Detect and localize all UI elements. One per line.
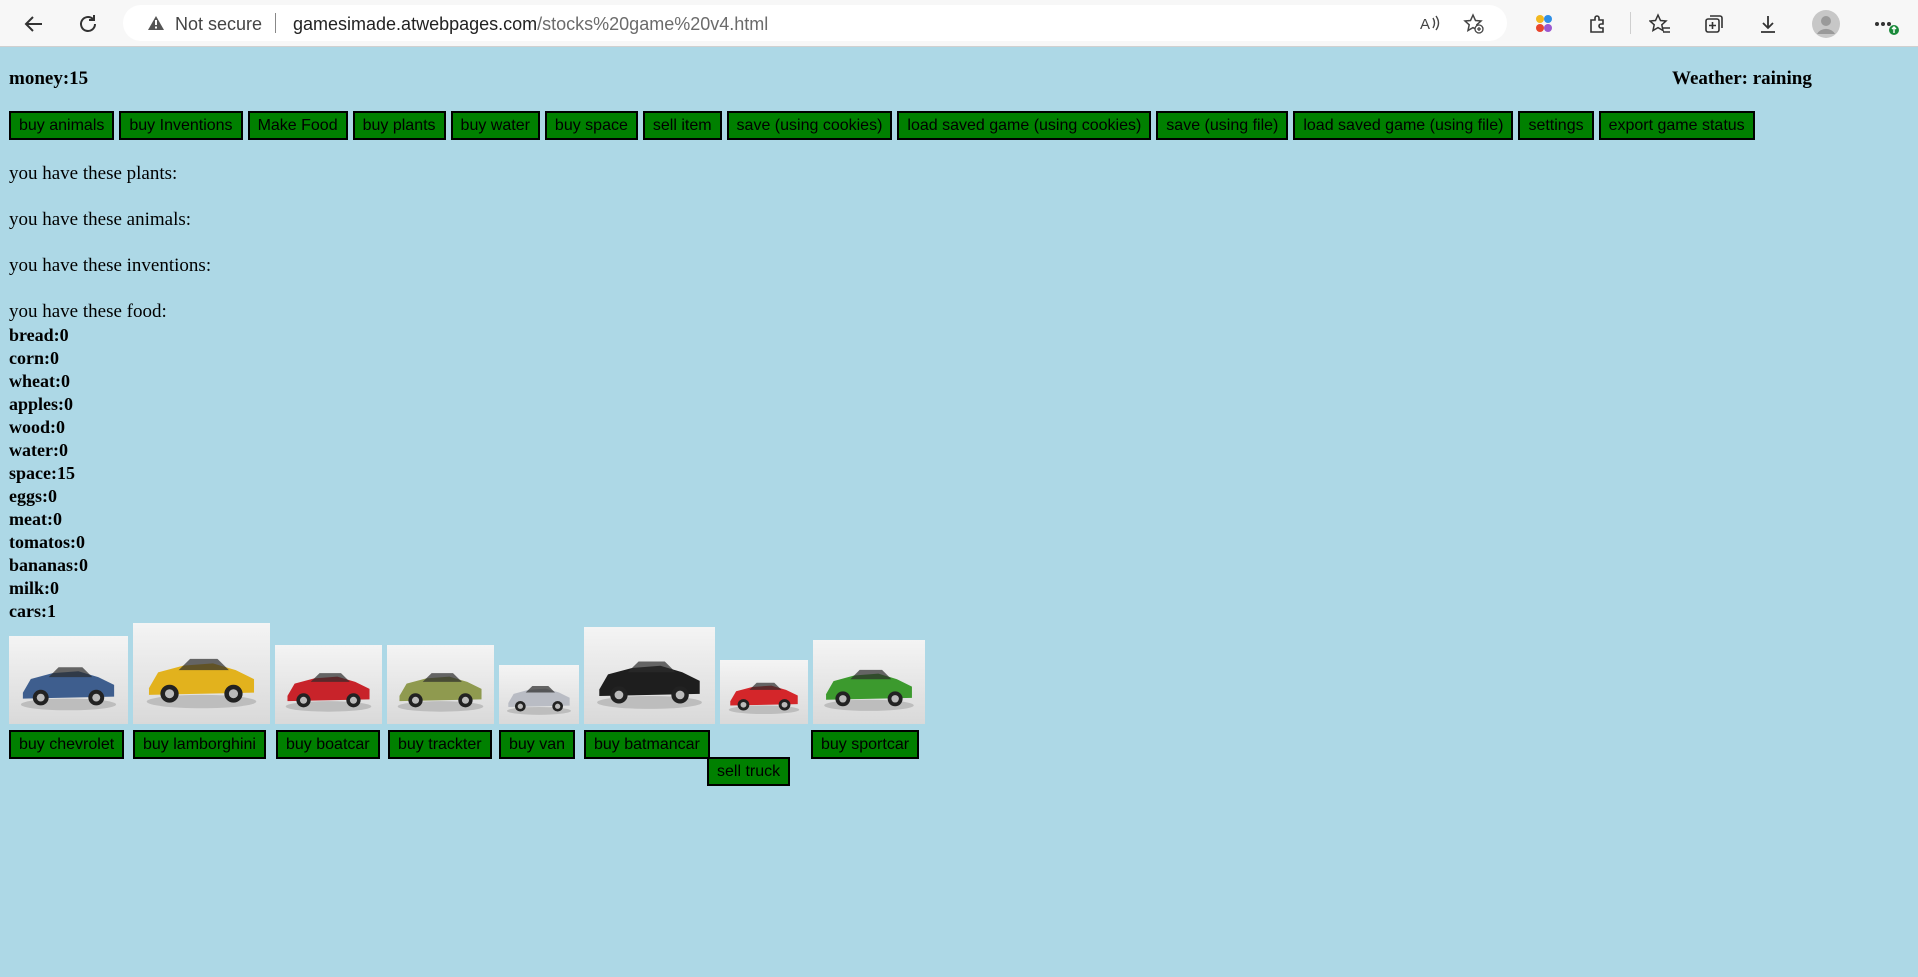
collections-icon[interactable]: [1698, 8, 1730, 40]
browser-toolbar: Not secure gamesimade.atwebpages.com/sto…: [0, 0, 1918, 47]
action-button-row: buy animals buy Inventions Make Food buy…: [9, 111, 1755, 140]
stats-list: bread:0 corn:0 wheat:0 apples:0 wood:0 w…: [9, 324, 88, 623]
export-status-button[interactable]: export game status: [1598, 111, 1755, 140]
sportcar-car-image: [813, 640, 925, 724]
warning-triangle-icon: [147, 15, 165, 36]
profile-avatar-icon[interactable]: [1810, 8, 1842, 40]
lamborghini-illustration: [133, 623, 270, 724]
buy-sportcar-button[interactable]: buy sportcar: [811, 730, 920, 759]
address-bar[interactable]: Not secure gamesimade.atwebpages.com/sto…: [123, 5, 1507, 41]
chevrolet-car-image: [9, 636, 128, 724]
url-text[interactable]: gamesimade.atwebpages.com/stocks%20game%…: [293, 14, 768, 35]
buy-chevrolet-button[interactable]: buy chevrolet: [9, 730, 125, 759]
security-status-label[interactable]: Not secure: [175, 14, 262, 35]
buy-water-button[interactable]: buy water: [450, 111, 540, 140]
truck-car-image: [720, 660, 808, 724]
sell-item-button[interactable]: sell item: [642, 111, 722, 140]
favorites-icon[interactable]: [1644, 8, 1676, 40]
batmancar-illustration: [584, 627, 715, 724]
game-page: money:15 Weather: raining buy animals bu…: [0, 48, 1918, 977]
buy-batmancar-button[interactable]: buy batmancar: [584, 730, 710, 759]
buy-boatcar-button[interactable]: buy boatcar: [276, 730, 380, 759]
weather-display: Weather: raining: [1672, 68, 1812, 89]
stat-bananas: bananas:0: [9, 555, 89, 575]
boatcar-car-image: [275, 645, 382, 724]
food-heading: you have these food:: [9, 301, 167, 322]
stat-tomatos: tomatos:0: [9, 532, 85, 552]
truck-illustration: [720, 660, 808, 724]
stat-water: water:0: [9, 440, 68, 460]
plants-heading: you have these plants:: [9, 163, 178, 184]
settings-button[interactable]: settings: [1518, 111, 1594, 140]
read-aloud-icon[interactable]: A: [1419, 13, 1441, 38]
buy-trackter-button[interactable]: buy trackter: [388, 730, 492, 759]
inventions-heading: you have these inventions:: [9, 255, 212, 276]
chevrolet-illustration: [9, 636, 128, 724]
save-cookies-button[interactable]: save (using cookies): [726, 111, 893, 140]
url-host: gamesimade.atwebpages.com: [293, 14, 538, 34]
trackter-car-image: [387, 645, 494, 724]
van-car-image: [499, 665, 579, 724]
extensions-puzzle-icon[interactable]: [1582, 8, 1614, 40]
stat-corn: corn:0: [9, 348, 59, 368]
stat-bread: bread:0: [9, 325, 69, 345]
url-path: /stocks%20game%20v4.html: [537, 14, 769, 34]
trackter-illustration: [387, 645, 494, 724]
buy-inventions-button[interactable]: buy Inventions: [119, 111, 243, 140]
back-arrow-icon[interactable]: [18, 8, 50, 40]
boatcar-illustration: [275, 645, 382, 724]
settings-more-icon[interactable]: [1870, 8, 1902, 40]
buy-animals-button[interactable]: buy animals: [9, 111, 115, 140]
animals-heading: you have these animals:: [9, 209, 192, 230]
van-illustration: [499, 665, 579, 724]
make-food-button[interactable]: Make Food: [247, 111, 348, 140]
svg-text:A: A: [1420, 16, 1430, 33]
load-cookies-button[interactable]: load saved game (using cookies): [897, 111, 1152, 140]
reload-icon[interactable]: [72, 8, 104, 40]
buy-van-button[interactable]: buy van: [499, 730, 576, 759]
downloads-icon[interactable]: [1752, 8, 1784, 40]
stat-wheat: wheat:0: [9, 371, 70, 391]
add-favorite-icon[interactable]: [1463, 13, 1485, 40]
address-divider: [275, 13, 276, 33]
sell-truck-button[interactable]: sell truck: [707, 757, 791, 786]
save-file-button[interactable]: save (using file): [1156, 111, 1289, 140]
buy-space-button[interactable]: buy space: [544, 111, 638, 140]
stat-cars: cars:1: [9, 601, 56, 621]
stat-eggs: eggs:0: [9, 486, 57, 506]
load-file-button[interactable]: load saved game (using file): [1293, 111, 1514, 140]
money-display: money:15: [9, 68, 89, 89]
copilot-icon[interactable]: [1528, 8, 1560, 40]
buy-lamborghini-button[interactable]: buy lamborghini: [133, 730, 266, 759]
stat-wood: wood:0: [9, 417, 66, 437]
stat-space: space:15: [9, 463, 75, 483]
stat-apples: apples:0: [9, 394, 74, 414]
stat-meat: meat:0: [9, 509, 62, 529]
lamborghini-car-image: [133, 623, 270, 724]
toolbar-divider: [1630, 12, 1631, 34]
batmancar-car-image: [584, 627, 715, 724]
stat-milk: milk:0: [9, 578, 60, 598]
sportcar-illustration: [813, 640, 925, 724]
buy-plants-button[interactable]: buy plants: [352, 111, 446, 140]
